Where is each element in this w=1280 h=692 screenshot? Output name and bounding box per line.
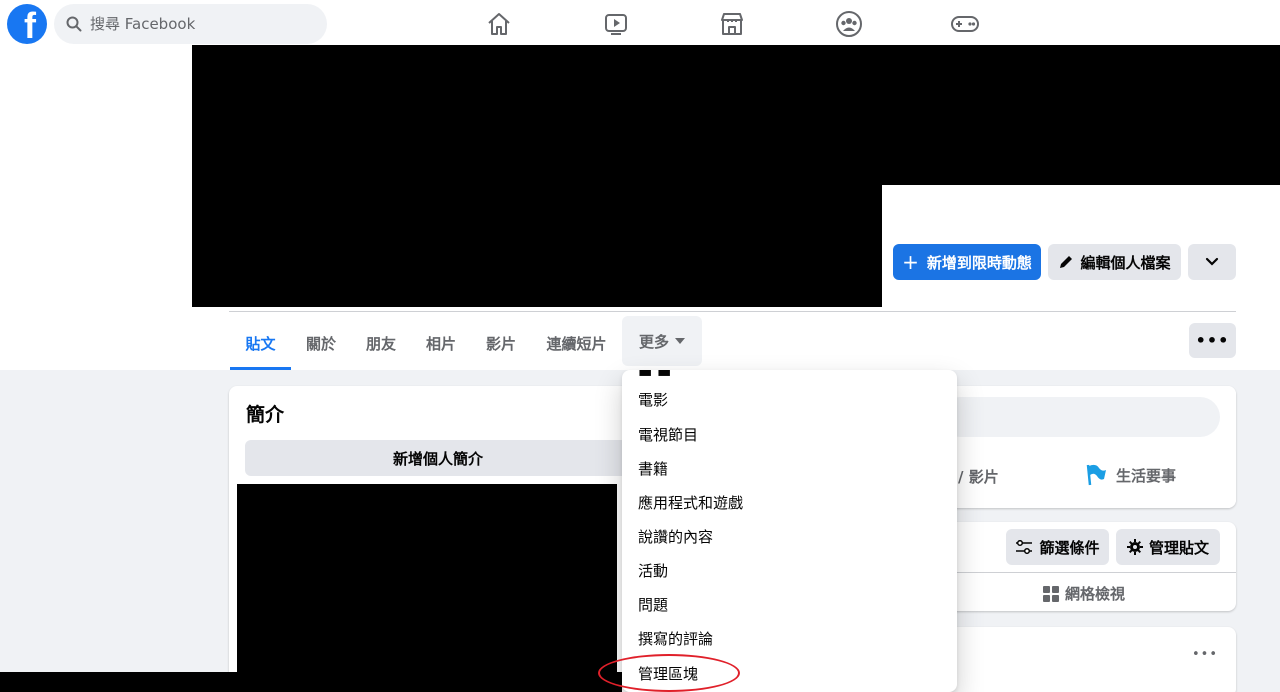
- marketplace-icon[interactable]: [717, 9, 747, 39]
- more-tab-dropdown-menu: ■ ■ 電影 電視節目 書籍 應用程式和遊戲 說讚的內容 活動 問題 撰寫的評論…: [622, 370, 957, 692]
- tab-friends[interactable]: 朋友: [351, 316, 411, 370]
- search-icon: [66, 16, 82, 32]
- menu-item-questions[interactable]: 問題: [622, 587, 957, 621]
- menu-item-movies[interactable]: 電影: [622, 382, 957, 416]
- grid-icon: [1043, 585, 1059, 602]
- grid-view-button[interactable]: 網格檢視: [1043, 583, 1125, 604]
- filter-button[interactable]: 篩選條件: [1006, 529, 1109, 565]
- life-event-button[interactable]: 生活要事: [1084, 463, 1176, 487]
- add-to-story-button[interactable]: + 新增到限時動態: [893, 244, 1041, 280]
- tab-reels[interactable]: 連續短片: [531, 316, 622, 370]
- header-divider: [229, 311, 1236, 312]
- tab-posts[interactable]: 貼文: [230, 316, 291, 370]
- tab-photos[interactable]: 相片: [411, 316, 471, 370]
- tab-about[interactable]: 關於: [291, 316, 351, 370]
- groups-icon[interactable]: [834, 9, 864, 39]
- photo-video-button[interactable]: / 影片: [958, 466, 999, 487]
- composer-input[interactable]: [940, 397, 1220, 437]
- add-bio-button[interactable]: 新增個人簡介: [245, 440, 631, 476]
- top-navigation-bar: f: [0, 0, 1280, 48]
- search-box[interactable]: [54, 4, 327, 44]
- highlight-annotation: [598, 654, 740, 692]
- post-options-icon[interactable]: •••: [1192, 647, 1218, 662]
- menu-item-apps-and-games[interactable]: 應用程式和遊戲: [622, 485, 957, 519]
- home-icon[interactable]: [484, 9, 514, 39]
- menu-item-likes[interactable]: 說讚的內容: [622, 519, 957, 553]
- redacted-content: [237, 484, 617, 692]
- plus-icon: +: [902, 250, 919, 274]
- tabs-more-options-button[interactable]: •••: [1189, 323, 1236, 358]
- edit-profile-button[interactable]: 編輯個人檔案: [1048, 244, 1181, 280]
- cover-photo-redacted-right: [882, 45, 1280, 185]
- gaming-icon[interactable]: [950, 9, 980, 39]
- filter-icon: [1016, 540, 1033, 554]
- tab-more[interactable]: 更多: [622, 316, 702, 366]
- pencil-icon: [1060, 256, 1073, 268]
- menu-item-reviews-written[interactable]: 撰寫的評論: [622, 621, 957, 655]
- menu-item-events[interactable]: 活動: [622, 553, 957, 587]
- profile-options-button[interactable]: [1188, 244, 1236, 280]
- manage-posts-button[interactable]: 管理貼文: [1116, 529, 1220, 565]
- chevron-down-icon: [1205, 257, 1219, 266]
- watch-icon[interactable]: [601, 9, 631, 39]
- caret-down-icon: [675, 338, 685, 344]
- intro-title: 簡介: [246, 404, 285, 426]
- facebook-logo[interactable]: f: [7, 4, 47, 44]
- menu-item-tv-shows[interactable]: 電視節目: [622, 417, 957, 451]
- posts-divider: [940, 572, 1236, 573]
- flag-icon: [1086, 464, 1106, 486]
- redacted-content-bottom: [0, 672, 622, 692]
- gear-icon: [1126, 539, 1143, 555]
- menu-item-books[interactable]: 書籍: [622, 451, 957, 485]
- tab-videos[interactable]: 影片: [471, 316, 531, 370]
- search-input[interactable]: [90, 15, 310, 33]
- cover-photo-redacted: [192, 45, 882, 307]
- ellipsis-icon: •••: [1195, 330, 1230, 350]
